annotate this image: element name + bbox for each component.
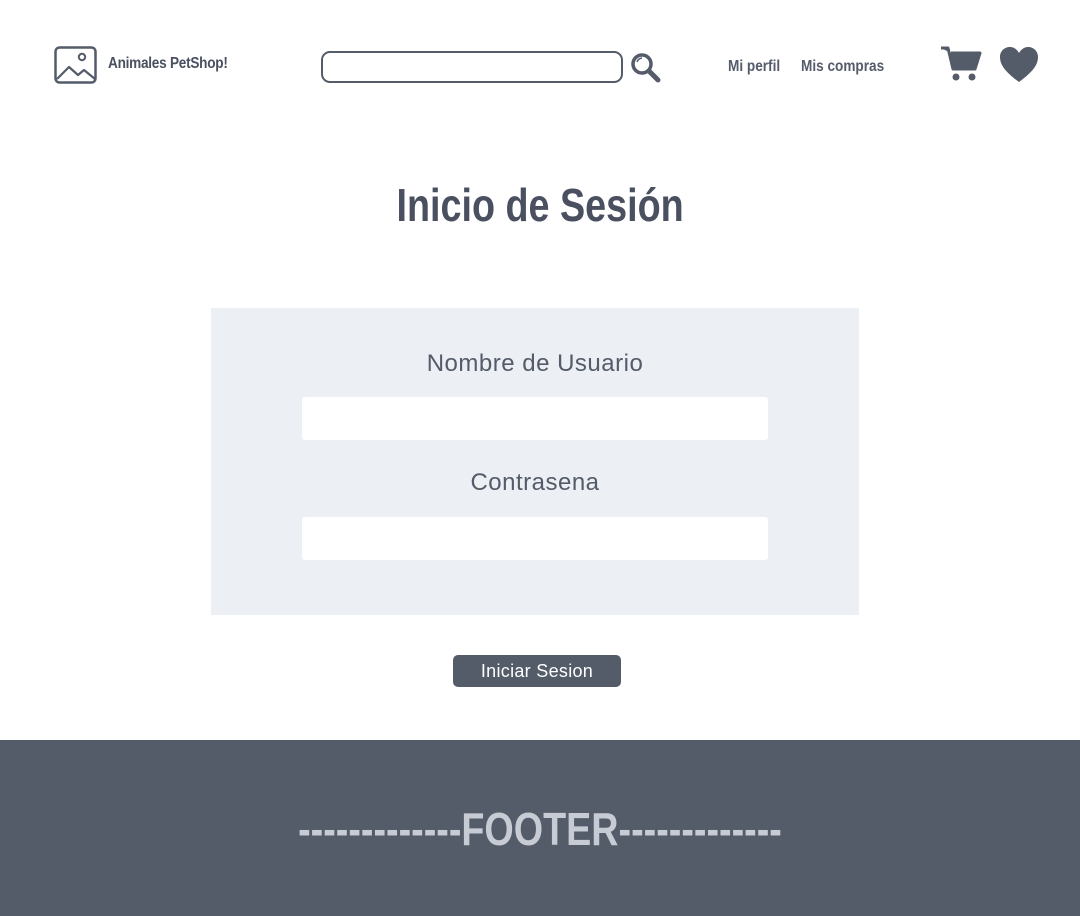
page-title: Inicio de Sesión (396, 179, 684, 231)
nav-link-mis-compras[interactable]: Mis compras (801, 58, 884, 76)
login-form: Nombre de Usuario Contrasena (211, 308, 859, 615)
login-button[interactable]: Iniciar Sesion (453, 655, 621, 687)
search-input[interactable] (321, 51, 623, 83)
cart-icon[interactable] (940, 44, 982, 82)
password-label: Contrasena (470, 469, 600, 496)
password-field[interactable] (302, 517, 768, 560)
nav-link-mi-perfil[interactable]: Mi perfil (728, 58, 780, 76)
footer-text: -------------FOOTER------------- (298, 803, 782, 855)
search-icon[interactable] (630, 52, 662, 84)
site-footer: -------------FOOTER------------- (0, 740, 1080, 916)
username-field[interactable] (302, 397, 768, 440)
image-placeholder-icon (54, 46, 97, 84)
heart-icon[interactable] (999, 46, 1039, 83)
brand-name: Animales PetShop! (108, 55, 228, 72)
username-label: Nombre de Usuario (426, 350, 644, 377)
